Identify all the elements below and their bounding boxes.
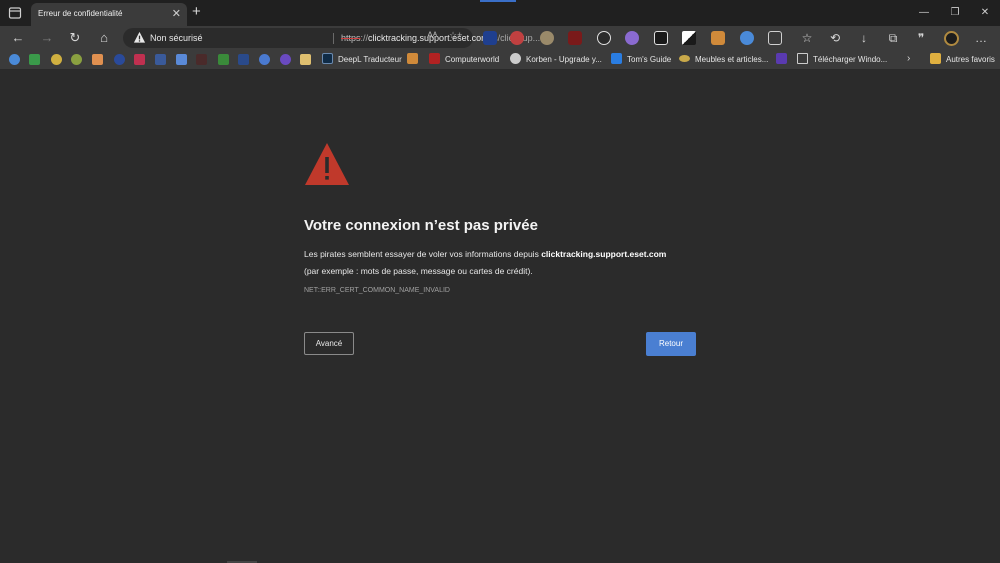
favorite-icon-4[interactable] [71, 54, 82, 65]
favorite-orange-icon[interactable] [407, 53, 423, 67]
favorite-icon-1[interactable] [9, 54, 20, 65]
forward-button[interactable]: → [38, 29, 56, 47]
other-favorites-label: Autres favoris [946, 55, 995, 64]
history-icon[interactable]: ⟲ [826, 29, 844, 47]
window-close-button[interactable]: ✕ [975, 5, 995, 21]
ublock-origin-icon[interactable] [510, 31, 524, 45]
favorite-purple-icon[interactable] [776, 53, 792, 67]
toms-guide-icon [611, 53, 622, 64]
tab-close-icon[interactable]: ✕ [172, 7, 181, 21]
restore-button[interactable]: ❐ [945, 5, 965, 21]
collections-icon[interactable]: ⧉ [884, 29, 902, 47]
favorite-toms-guide[interactable]: Tom's Guide [611, 53, 671, 67]
not-secure-label[interactable]: Non sécurisé [150, 33, 203, 43]
favorite-label: Meubles et articles... [695, 55, 769, 64]
sun-icon[interactable] [540, 31, 554, 45]
bitwarden-icon[interactable] [483, 31, 497, 45]
other-favorites-folder[interactable]: Autres favoris [930, 53, 995, 67]
add-favorite-icon[interactable]: ☆+ [449, 30, 462, 41]
contrast-icon[interactable] [682, 31, 696, 45]
quotes-icon[interactable]: ❞ [912, 29, 930, 47]
favorite-icon-12[interactable] [238, 54, 249, 65]
reload-button[interactable]: ↻ [66, 29, 84, 47]
tab-privacy-error[interactable]: Erreur de confidentialité ✕ [31, 3, 187, 26]
folder-icon [930, 53, 941, 64]
favorite-korben[interactable]: Korben - Upgrade y... [510, 53, 602, 67]
favorite-label: Télécharger Windo... [813, 55, 888, 64]
favorite-icon-14[interactable] [280, 54, 291, 65]
square-icon[interactable] [654, 31, 668, 45]
favorite-icon-13[interactable] [259, 54, 270, 65]
favorite-label: Korben - Upgrade y... [526, 55, 602, 64]
home-button[interactable]: ⌂ [95, 29, 113, 47]
favorite-label: Computerworld [445, 55, 500, 64]
orange-square-icon [407, 53, 418, 64]
address-separator [333, 33, 334, 44]
meubles-icon [679, 55, 690, 62]
more-menu-icon[interactable]: … [972, 29, 990, 47]
tab-title: Erreur de confidentialité [38, 9, 123, 18]
top-accent-bar [480, 0, 516, 2]
purple-circle-icon[interactable] [625, 31, 639, 45]
favorite-deepl[interactable]: DeepL Traducteur [322, 53, 402, 67]
favorite-icon-6[interactable] [114, 54, 125, 65]
favorites-overflow-chevron-icon[interactable]: › [907, 53, 910, 64]
description-suffix: (par exemple : mots de passe, message ou… [304, 266, 533, 276]
warning-triangle-icon [305, 143, 349, 185]
page-title: Votre connexion n’est pas privée [304, 217, 538, 234]
favorite-label: Tom's Guide [627, 55, 672, 64]
error-code[interactable]: NET::ERR_CERT_COMMON_NAME_INVALID [304, 287, 450, 294]
translate-icon[interactable] [740, 31, 754, 45]
computerworld-icon [429, 53, 440, 64]
cup-icon[interactable] [711, 31, 725, 45]
downloads-icon[interactable]: ↓ [855, 29, 873, 47]
advanced-button[interactable]: Avancé [304, 332, 354, 355]
favorite-label: DeepL Traducteur [338, 55, 402, 64]
back-to-safety-button[interactable]: Retour [646, 332, 696, 356]
description-host: clicktracking.support.eset.com [541, 249, 667, 259]
favorite-icon-15[interactable] [300, 54, 311, 65]
favorite-meubles[interactable]: Meubles et articles... [679, 53, 768, 67]
back-button[interactable]: ← [9, 29, 27, 47]
favorite-icon-11[interactable] [218, 54, 229, 65]
favorite-icon-2[interactable] [29, 54, 40, 65]
favorite-computerworld[interactable]: Computerworld [429, 53, 499, 67]
tab-actions-icon[interactable] [8, 6, 22, 20]
address-bar[interactable]: Non sécurisé https://clicktracking.suppo… [123, 28, 540, 48]
navigation-toolbar: ← → ↻ ⌂ Non sécurisé https://clicktracki… [0, 26, 1000, 50]
favorite-icon-5[interactable] [92, 54, 103, 65]
favorite-icon-7[interactable] [134, 54, 145, 65]
favorite-icon-3[interactable] [51, 54, 62, 65]
minimize-button[interactable]: — [914, 5, 934, 21]
korben-icon [510, 53, 521, 64]
description-prefix: Les pirates semblent essayer de voler vo… [304, 249, 542, 259]
favorite-telecharger-windows[interactable]: Télécharger Windo... [797, 53, 887, 67]
new-tab-button[interactable]: + [192, 3, 201, 21]
deepl-icon [322, 53, 333, 64]
favorites-icon[interactable]: ☆ [798, 29, 816, 47]
error-page: Votre connexion n’est pas privée Les pir… [0, 71, 1000, 563]
not-secure-warning-icon[interactable] [133, 31, 146, 44]
tab-strip: Erreur de confidentialité ✕ + — ❐ ✕ [0, 0, 1000, 26]
favorites-bar: DeepL Traducteur Computerworld Korben - … [0, 50, 1000, 70]
favorite-icon-10[interactable] [196, 54, 207, 65]
purple-square-icon [776, 53, 787, 64]
profile-avatar[interactable] [944, 31, 959, 46]
page-icon [797, 53, 808, 64]
url-scheme: https [341, 33, 361, 43]
chat-icon[interactable] [597, 31, 611, 45]
ublock-icon[interactable] [568, 31, 582, 45]
favorite-icon-8[interactable] [155, 54, 166, 65]
favorite-icon-9[interactable] [176, 54, 187, 65]
puzzle-icon[interactable] [768, 31, 782, 45]
read-aloud-icon[interactable]: Aᴬ [427, 30, 437, 40]
url-scheme-separator: :// [360, 33, 369, 43]
error-description: Les pirates semblent essayer de voler vo… [304, 246, 704, 280]
